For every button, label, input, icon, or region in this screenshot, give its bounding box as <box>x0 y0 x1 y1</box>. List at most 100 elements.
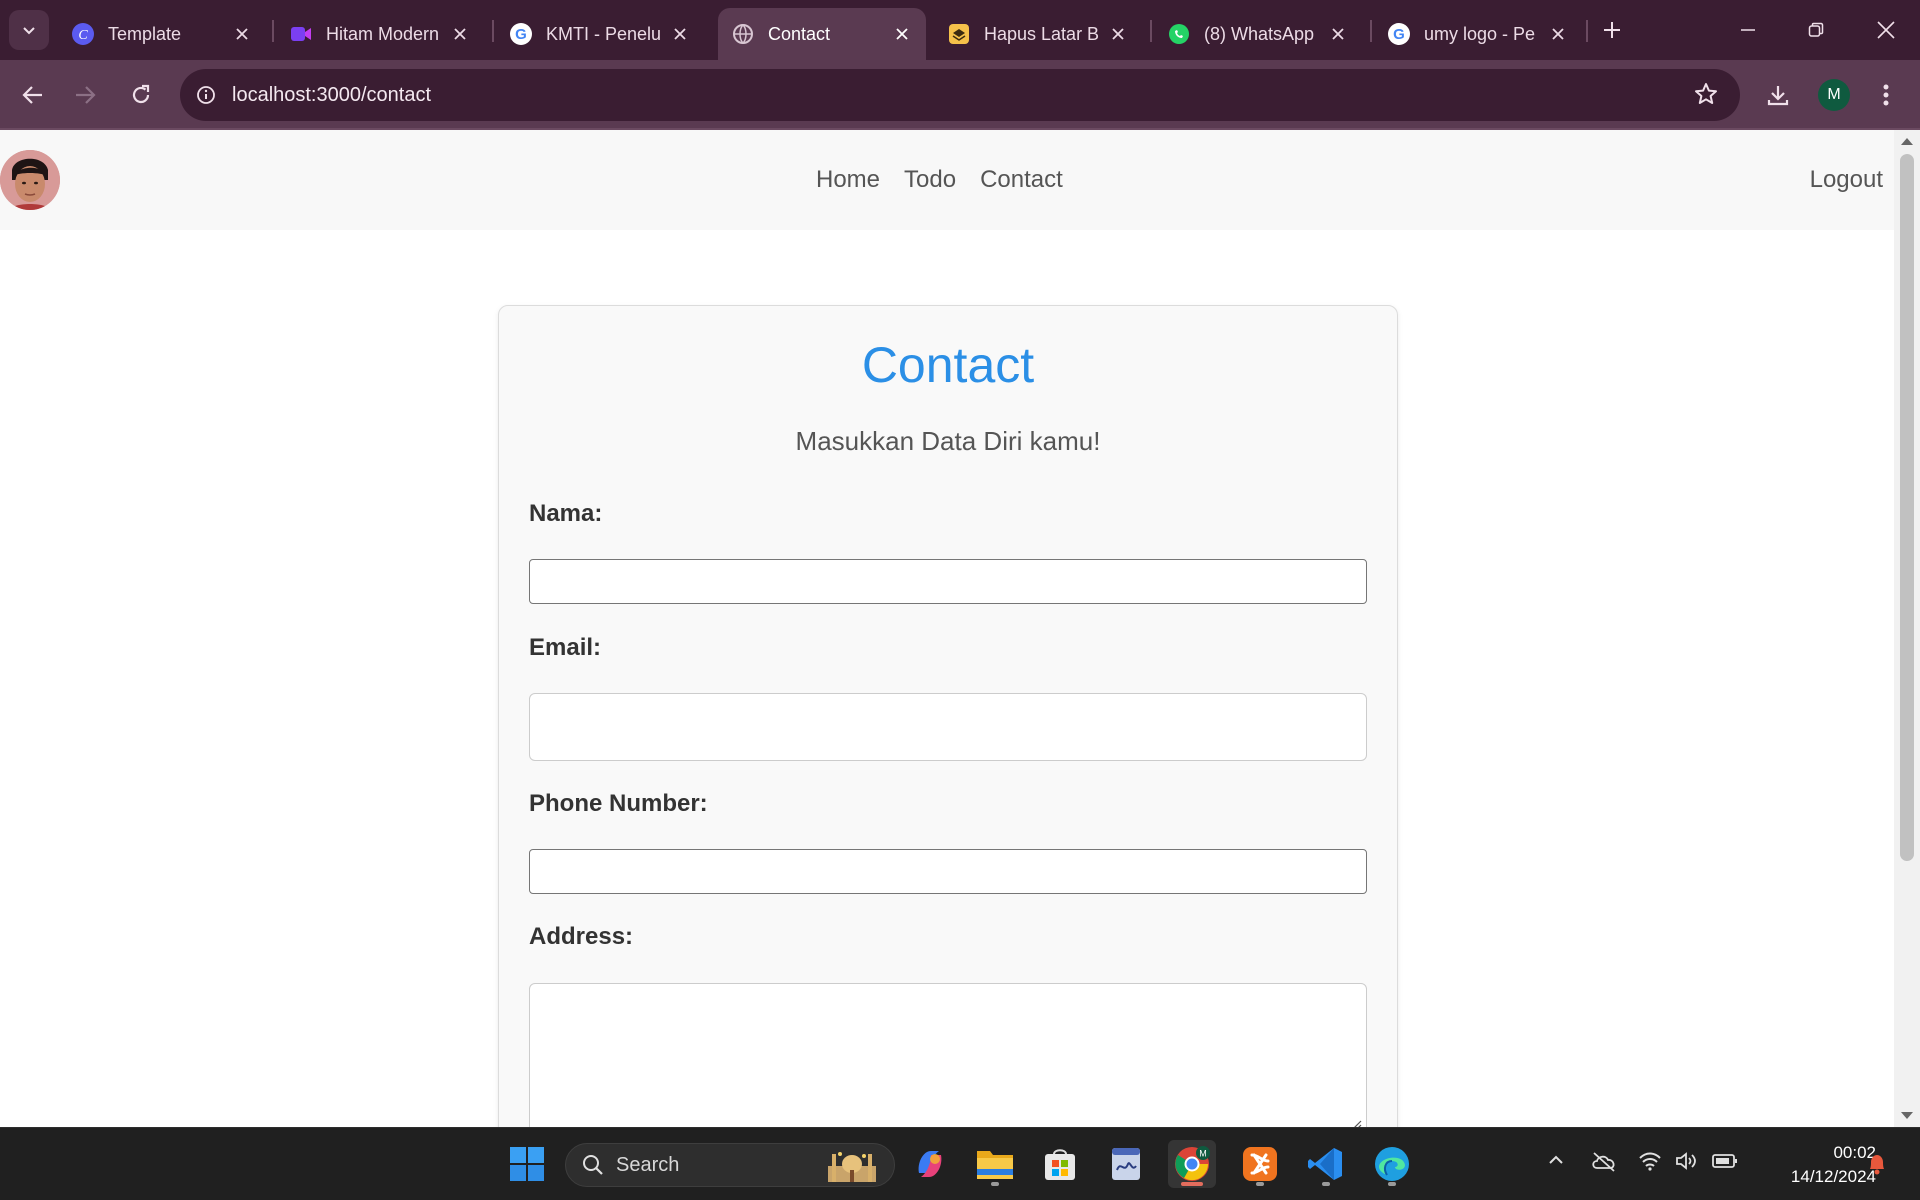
battery-icon[interactable] <box>1712 1150 1738 1177</box>
tab-title: Template <box>108 23 182 44</box>
address-textarea[interactable] <box>529 983 1367 1127</box>
close-icon[interactable] <box>1544 20 1572 48</box>
plus-icon <box>1604 22 1620 38</box>
app-active-indicator <box>1181 1182 1203 1186</box>
canva-icon: C <box>72 23 94 45</box>
signature-app-icon[interactable] <box>1102 1140 1150 1188</box>
chrome-app-icon[interactable]: M <box>1168 1140 1216 1188</box>
profile-avatar[interactable]: M <box>1818 79 1850 111</box>
name-input[interactable] <box>529 559 1367 604</box>
app-running-indicator <box>991 1182 999 1186</box>
tab-divider <box>1370 20 1372 42</box>
edge-app-icon[interactable] <box>1368 1140 1416 1188</box>
browser-tab-whatsapp[interactable]: (8) WhatsApp <box>1154 8 1362 60</box>
windows-start-button[interactable] <box>503 1140 551 1188</box>
copilot-app-icon[interactable] <box>906 1140 954 1188</box>
app-running-indicator <box>1256 1182 1264 1186</box>
scroll-down-arrow-icon[interactable] <box>1901 1112 1913 1119</box>
page-scrollbar[interactable] <box>1894 130 1920 1127</box>
restore-icon <box>1808 22 1824 37</box>
vscode-app-icon[interactable] <box>1302 1140 1350 1188</box>
phone-input[interactable] <box>529 849 1367 894</box>
reload-icon <box>132 84 150 104</box>
url-text: localhost:3000/contact <box>232 83 432 106</box>
browser-tab-template[interactable]: C Template <box>58 8 266 60</box>
close-icon[interactable] <box>228 20 256 48</box>
globe-icon <box>732 23 754 45</box>
wifi-icon[interactable] <box>1638 1150 1662 1177</box>
svg-text:C: C <box>78 28 88 43</box>
volume-icon[interactable] <box>1674 1150 1698 1177</box>
video-icon <box>290 23 312 45</box>
bookmark-star-icon[interactable] <box>1694 82 1718 111</box>
tab-title: Contact <box>768 23 831 44</box>
close-icon[interactable] <box>446 20 474 48</box>
site-nav-links: Home Todo Contact <box>816 166 1063 194</box>
tab-title: Hitam Modern <box>326 23 440 44</box>
email-label: Email: <box>529 634 602 661</box>
user-avatar[interactable] <box>0 150 60 210</box>
onedrive-offline-icon[interactable] <box>1590 1150 1618 1177</box>
page-title: Contact <box>861 337 1035 393</box>
close-icon[interactable] <box>888 20 916 48</box>
tab-title: Hapus Latar B <box>984 23 1100 44</box>
tab-divider <box>1586 20 1588 42</box>
microsoft-store-app-icon[interactable] <box>1036 1140 1084 1188</box>
scroll-up-arrow-icon[interactable] <box>1901 138 1913 145</box>
address-bar[interactable]: localhost:3000/contact <box>180 69 1740 121</box>
whatsapp-icon <box>1168 23 1190 45</box>
close-window-button[interactable] <box>1862 8 1910 52</box>
back-button[interactable] <box>13 75 53 115</box>
nav-link-todo[interactable]: Todo <box>904 166 956 194</box>
page-viewport: Home Todo Contact Logout Contact Masukka… <box>0 130 1894 1127</box>
remove-bg-icon <box>948 23 970 45</box>
clock-time: 00:02 <box>1833 1143 1876 1162</box>
reload-button[interactable] <box>121 75 161 115</box>
phone-label: Phone Number: <box>529 790 708 817</box>
show-hidden-icons-button[interactable] <box>1546 1150 1566 1175</box>
close-icon[interactable] <box>1324 20 1352 48</box>
tab-divider <box>272 20 274 42</box>
google-icon: G <box>510 23 532 45</box>
nav-link-home[interactable]: Home <box>816 166 880 194</box>
browser-tab-hapus-latar[interactable]: Hapus Latar B <box>934 8 1142 60</box>
taskbar-clock[interactable]: 00:02 14/12/2024 <box>1754 1141 1876 1189</box>
search-icon <box>583 1155 603 1175</box>
minimize-button[interactable] <box>1724 8 1772 52</box>
resize-grip-icon[interactable] <box>1350 1118 1362 1127</box>
download-icon <box>1767 86 1789 106</box>
logout-link[interactable]: Logout <box>1810 166 1883 194</box>
app-running-indicator <box>1322 1182 1330 1186</box>
close-icon <box>1877 21 1895 39</box>
contact-form-card: Contact Masukkan Data Diri kamu! Nama: E… <box>498 305 1398 1127</box>
arrow-right-icon <box>76 86 96 104</box>
close-icon[interactable] <box>666 20 694 48</box>
close-icon[interactable] <box>1104 20 1132 48</box>
chevron-up-icon <box>1549 1155 1563 1164</box>
nav-link-contact[interactable]: Contact <box>980 166 1063 194</box>
email-input[interactable] <box>529 693 1367 761</box>
restore-button[interactable] <box>1792 8 1840 52</box>
browser-tab-contact[interactable]: Contact <box>718 8 926 60</box>
tab-title: (8) WhatsApp <box>1204 23 1315 44</box>
downloads-button[interactable] <box>1758 75 1798 115</box>
xampp-app-icon[interactable] <box>1236 1140 1284 1188</box>
site-info-icon[interactable] <box>180 69 232 121</box>
tab-title: KMTI - Penelu <box>546 23 662 44</box>
file-explorer-app-icon[interactable] <box>971 1140 1019 1188</box>
browser-toolbar: localhost:3000/contact M <box>0 60 1920 130</box>
tab-search-button[interactable] <box>9 10 49 50</box>
browser-menu-button[interactable] <box>1866 75 1906 115</box>
forward-button[interactable] <box>65 75 105 115</box>
new-tab-button[interactable] <box>1596 14 1628 46</box>
tab-divider <box>492 20 494 42</box>
clock-date: 14/12/2024 <box>1790 1167 1876 1186</box>
browser-tab-bar: C Template Hitam Modern G KMTI - Penelu … <box>0 0 1920 60</box>
scrollbar-thumb[interactable] <box>1900 154 1914 861</box>
browser-tab-kmti[interactable]: G KMTI - Penelu <box>496 8 704 60</box>
taskbar-search[interactable]: Search <box>565 1143 895 1187</box>
browser-tab-umy-logo[interactable]: G umy logo - Pe <box>1374 8 1582 60</box>
tab-divider <box>1150 20 1152 42</box>
notification-bell-icon[interactable] <box>1866 1152 1888 1181</box>
browser-tab-hitam-modern[interactable]: Hitam Modern <box>276 8 484 60</box>
